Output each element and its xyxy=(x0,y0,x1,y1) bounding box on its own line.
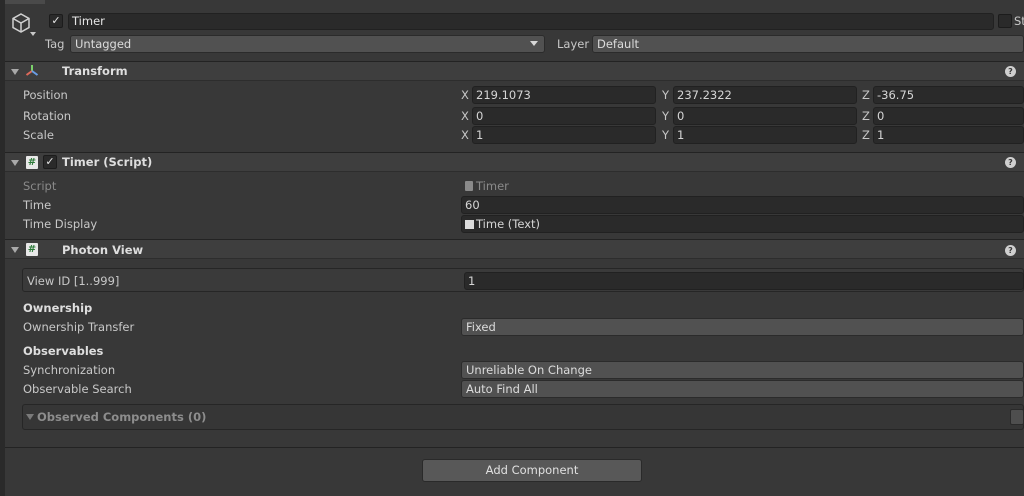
active-checkbox[interactable]: ✓ xyxy=(49,14,63,28)
transform-icon xyxy=(25,64,39,81)
static-checkbox[interactable] xyxy=(998,14,1012,28)
time-field[interactable]: 60 xyxy=(461,196,1024,214)
view-id-field[interactable]: 1 xyxy=(464,272,1024,290)
rotation-y-axis: Y xyxy=(662,109,670,123)
tag-dropdown[interactable]: Untagged xyxy=(70,35,545,53)
help-icon[interactable]: ? xyxy=(1005,245,1016,256)
text-component-icon xyxy=(465,220,474,229)
timer-script-header[interactable] xyxy=(5,152,1024,172)
photon-hash-icon: # xyxy=(26,243,38,256)
chevron-down-icon xyxy=(530,41,538,46)
ownership-transfer-label: Ownership Transfer xyxy=(23,320,135,334)
scale-x-axis: X xyxy=(461,128,469,142)
script-file-icon xyxy=(465,181,473,191)
synchronization-dropdown[interactable]: Unreliable On Change xyxy=(461,361,1024,379)
help-icon[interactable]: ? xyxy=(1005,66,1016,77)
view-id-label: View ID [1..999] xyxy=(27,274,120,288)
transform-title: Transform xyxy=(62,64,128,78)
layer-dropdown[interactable]: Default xyxy=(592,35,1024,53)
observable-search-dropdown[interactable]: Auto Find All xyxy=(461,380,1024,398)
inspector-tab[interactable] xyxy=(5,0,45,4)
rotation-label: Rotation xyxy=(23,109,72,123)
rotation-x-field[interactable]: 0 xyxy=(472,107,656,125)
rotation-x-axis: X xyxy=(461,109,469,123)
time-display-label: Time Display xyxy=(23,217,98,231)
tag-label: Tag xyxy=(45,37,65,51)
object-name-text: Timer xyxy=(72,14,105,28)
add-component-button[interactable]: Add Component xyxy=(422,459,642,482)
script-value: Timer xyxy=(476,179,509,193)
time-display-value: Time (Text) xyxy=(476,217,541,231)
timer-enabled-checkbox[interactable]: ✓ xyxy=(43,155,57,169)
position-x-axis: X xyxy=(461,88,469,102)
scale-label: Scale xyxy=(23,128,54,142)
position-z-field[interactable]: -36.75 xyxy=(873,86,1024,104)
scale-z-axis: Z xyxy=(862,128,870,142)
observed-components-button[interactable] xyxy=(1010,409,1024,425)
layer-value: Default xyxy=(597,37,640,51)
tag-value: Untagged xyxy=(75,37,132,51)
script-hash-icon: # xyxy=(26,156,38,169)
ownership-heading: Ownership xyxy=(23,301,93,315)
static-label: St xyxy=(1014,14,1024,28)
help-icon[interactable]: ? xyxy=(1005,157,1016,168)
position-y-field[interactable]: 237.2322 xyxy=(673,86,857,104)
gameobject-icon xyxy=(10,12,32,37)
scale-y-axis: Y xyxy=(662,128,670,142)
photon-view-header[interactable] xyxy=(5,239,1024,259)
ownership-transfer-dropdown[interactable]: Fixed xyxy=(461,318,1024,336)
script-label: Script xyxy=(23,179,57,193)
timer-script-title: Timer (Script) xyxy=(62,155,153,169)
position-label: Position xyxy=(23,88,68,102)
gameobject-icon-dropdown[interactable] xyxy=(30,32,36,36)
position-x-field[interactable]: 219.1073 xyxy=(472,86,656,104)
position-y-axis: Y xyxy=(662,88,670,102)
scale-x-field[interactable]: 1 xyxy=(472,126,656,144)
observed-components-label[interactable]: Observed Components (0) xyxy=(37,409,206,425)
scale-z-field[interactable]: 1 xyxy=(873,126,1024,144)
rotation-z-axis: Z xyxy=(862,109,870,123)
time-label: Time xyxy=(23,198,52,212)
observables-heading: Observables xyxy=(23,344,104,358)
synchronization-label: Synchronization xyxy=(23,363,116,377)
rotation-y-field[interactable]: 0 xyxy=(673,107,857,125)
time-display-field[interactable]: Time (Text) xyxy=(461,215,1024,233)
photon-view-title: Photon View xyxy=(62,243,144,257)
timer-foldout-arrow[interactable] xyxy=(11,160,19,166)
position-z-axis: Z xyxy=(862,88,870,102)
transform-header[interactable] xyxy=(5,61,1024,81)
observed-components-foldout-arrow[interactable] xyxy=(26,414,34,420)
layer-label: Layer xyxy=(557,37,590,51)
photon-foldout-arrow[interactable] xyxy=(11,247,19,253)
transform-foldout-arrow[interactable] xyxy=(11,69,19,75)
rotation-z-field[interactable]: 0 xyxy=(873,107,1024,125)
components-divider xyxy=(5,447,1024,448)
scale-y-field[interactable]: 1 xyxy=(673,126,857,144)
observable-search-label: Observable Search xyxy=(23,382,132,396)
object-name-field[interactable]: Timer xyxy=(68,13,994,30)
